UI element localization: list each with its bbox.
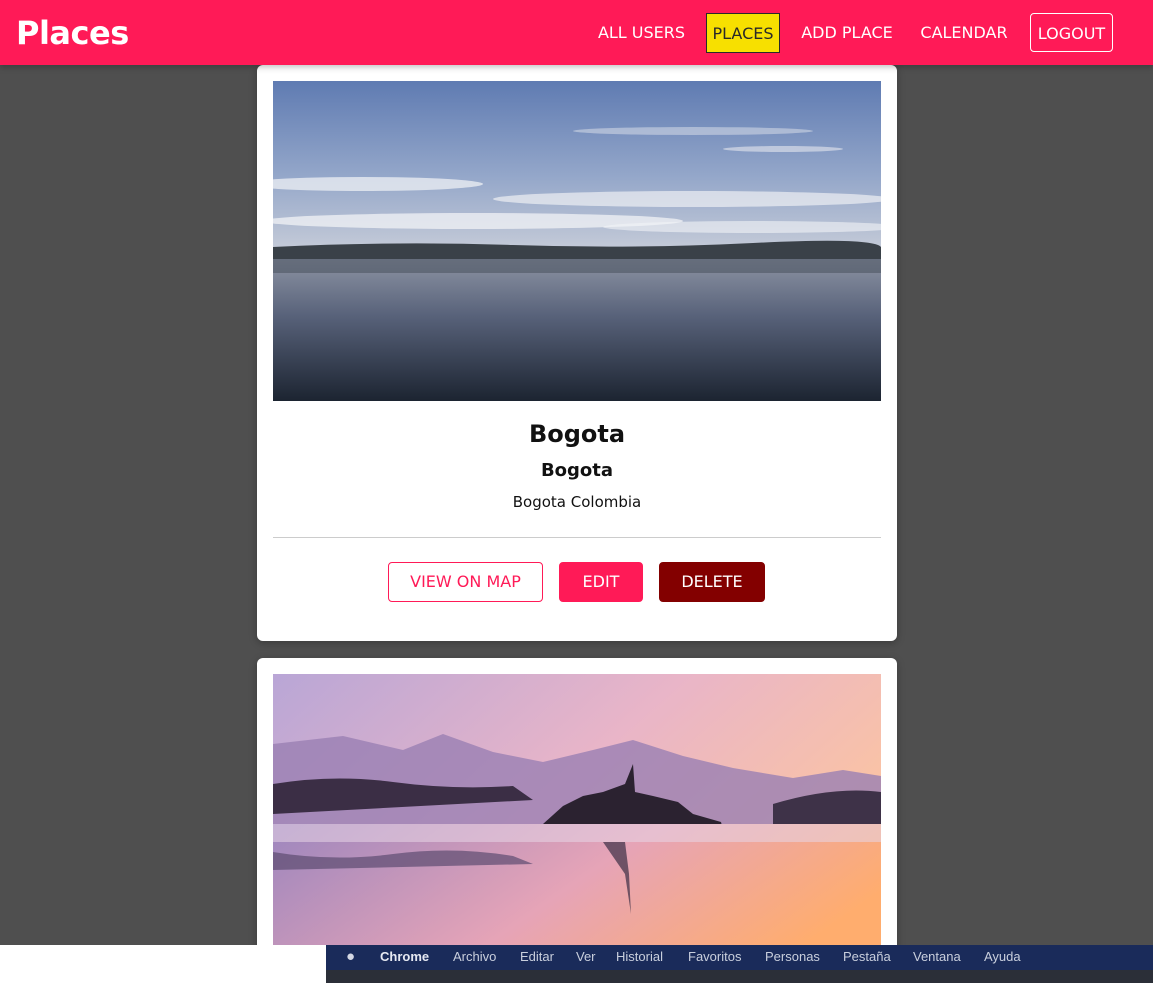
menu-item[interactable]: Ventana [913,949,961,964]
view-on-map-button[interactable]: VIEW ON MAP [388,562,543,602]
edit-button[interactable]: EDIT [559,562,643,602]
card-divider [273,537,881,538]
place-image-lake [273,81,881,401]
menu-item[interactable]: Archivo [453,949,496,964]
delete-button[interactable]: DELETE [659,562,765,602]
place-card: Bogota Bogota Bogota Colombia VIEW ON MA… [257,65,897,641]
menu-item[interactable]: Favoritos [688,949,741,964]
menu-item[interactable]: Editar [520,949,554,964]
nav-all-users[interactable]: ALL USERS [594,13,689,52]
apple-icon[interactable]: ● [346,948,355,965]
place-address: Bogota [540,460,614,481]
macos-menu-bar: ● Chrome Archivo Editar Ver Historial Fa… [326,945,1153,983]
app-window: Places ALL USERS PLACES ADD PLACE CALEND… [0,0,1153,945]
place-title: Bogota [528,420,626,448]
menu-app-name[interactable]: Chrome [380,949,429,964]
menu-item[interactable]: Historial [616,949,663,964]
nav-calendar[interactable]: CALENDAR [915,13,1013,52]
menu-item[interactable]: Ayuda [984,949,1021,964]
menu-item[interactable]: Pestaña [843,949,891,964]
nav-places[interactable]: PLACES [706,13,780,53]
main-header: Places ALL USERS PLACES ADD PLACE CALEND… [0,0,1153,65]
place-image-island [273,674,881,945]
menu-bar-lower-strip [326,970,1153,983]
place-description: Bogota Colombia [512,493,642,511]
place-card [257,658,897,945]
logout-button[interactable]: LOGOUT [1030,13,1113,52]
main-navigation: ALL USERS PLACES ADD PLACE CALENDAR LOGO… [0,13,1153,53]
menu-item[interactable]: Personas [765,949,820,964]
menu-bar-row: ● Chrome Archivo Editar Ver Historial Fa… [326,945,1153,970]
menu-item[interactable]: Ver [576,949,596,964]
nav-add-place[interactable]: ADD PLACE [798,13,896,52]
